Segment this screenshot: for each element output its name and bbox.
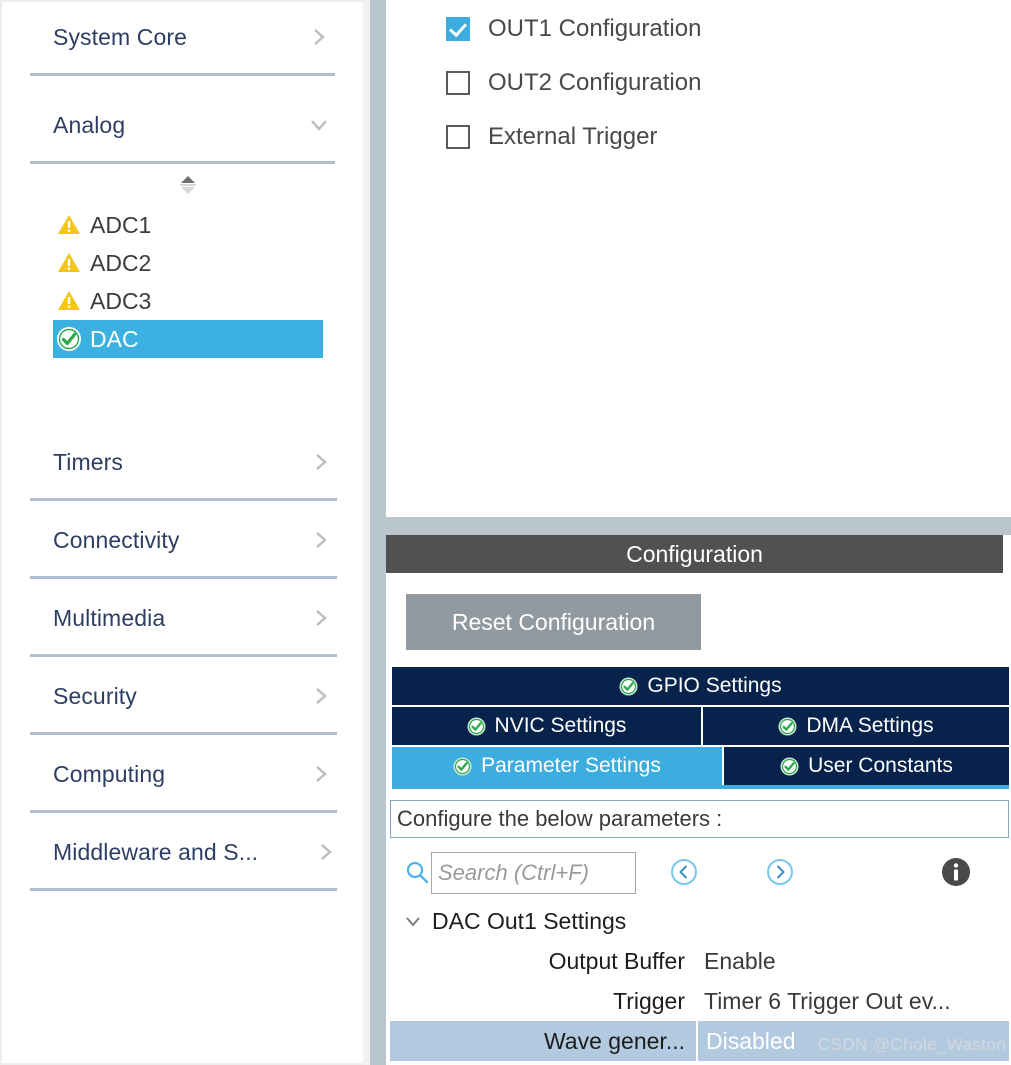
chevron-right-icon[interactable] <box>310 763 332 785</box>
horizontal-splitter-bar[interactable] <box>386 517 1011 535</box>
sidebar-category-label: Timers <box>53 449 124 475</box>
sidebar-category-label: Computing <box>53 761 166 787</box>
parameter-name: Trigger <box>613 987 685 1014</box>
sidebar-category-middleware[interactable]: Middleware and S... <box>30 817 337 891</box>
check-circle-icon <box>778 717 797 736</box>
parameter-value[interactable]: Timer 6 Trigger Out ev... <box>696 981 1009 1021</box>
sidebar-category-analog[interactable]: Analog <box>30 90 335 164</box>
reset-configuration-button[interactable]: Reset Configuration <box>406 594 701 650</box>
check-circle-icon <box>453 757 472 776</box>
chevron-right-icon[interactable] <box>310 451 332 473</box>
panel-gap <box>363 0 370 1065</box>
tab-dma-settings[interactable]: DMA Settings <box>703 707 1009 745</box>
tab-nvic-settings[interactable]: NVIC Settings <box>392 707 703 745</box>
mode-panel: OUT1 Configuration OUT2 Configuration Ex… <box>386 0 1011 517</box>
search-toolbar <box>386 847 1011 901</box>
tab-row-1: GPIO Settings <box>392 667 1009 705</box>
search-input[interactable] <box>431 852 636 894</box>
sidebar-bottom-categories: Timers Connectivity Multimedia Security … <box>2 427 365 891</box>
tree-group-dac-out1-settings[interactable]: DAC Out1 Settings <box>390 901 1009 941</box>
chevron-right-icon[interactable] <box>310 685 332 707</box>
info-icon[interactable] <box>940 856 972 888</box>
table-row[interactable]: Trigger Timer 6 Trigger Out ev... <box>390 981 1009 1021</box>
chevron-right-icon[interactable] <box>315 841 337 863</box>
chevron-down-icon[interactable] <box>402 910 424 932</box>
checkbox-row-external-trigger[interactable]: External Trigger <box>446 122 657 152</box>
checkbox-label: OUT2 Configuration <box>488 69 702 96</box>
sidebar-category-multimedia[interactable]: Multimedia <box>30 583 337 657</box>
checkbox-row-out2[interactable]: OUT2 Configuration <box>446 68 701 98</box>
check-circle-icon <box>619 677 638 696</box>
sidebar-category-system-core[interactable]: System Core <box>30 2 335 76</box>
tab-label: User Constants <box>808 754 953 777</box>
checkbox-unchecked-icon[interactable] <box>446 125 470 149</box>
peripheral-item-adc1[interactable]: ADC1 <box>53 206 323 244</box>
chevron-right-icon[interactable] <box>308 26 330 48</box>
check-circle-icon <box>467 717 486 736</box>
tab-label: DMA Settings <box>806 714 934 737</box>
checkbox-unchecked-icon[interactable] <box>446 71 470 95</box>
warning-icon <box>56 288 82 314</box>
table-row[interactable]: Wave gener... Disabled <box>390 1021 1009 1061</box>
peripheral-label: DAC <box>90 325 139 352</box>
warning-icon <box>56 250 82 276</box>
sidebar-category-label: System Core <box>53 24 188 50</box>
parameter-name: Wave gener... <box>543 1027 685 1054</box>
peripheral-item-dac[interactable]: DAC <box>53 320 323 358</box>
checkbox-label: OUT1 Configuration <box>488 15 702 42</box>
peripheral-sidebar: System Core Analog ADC1 ADC2 ADC3 DAC Ti… <box>0 0 363 1065</box>
peripheral-label: ADC2 <box>90 249 152 276</box>
splitter-handle-icon[interactable] <box>178 174 198 196</box>
check-circle-icon <box>56 326 82 352</box>
configuration-title: Configuration <box>626 540 763 567</box>
configuration-panel: Configuration Reset Configuration GPIO S… <box>386 535 1011 1065</box>
tab-parameter-settings[interactable]: Parameter Settings <box>392 747 724 785</box>
sidebar-category-label: Connectivity <box>53 527 180 553</box>
tab-gpio-settings[interactable]: GPIO Settings <box>392 667 1009 705</box>
tab-label: GPIO Settings <box>647 674 782 697</box>
checkbox-label: External Trigger <box>488 123 658 150</box>
sidebar-category-label: Multimedia <box>53 605 166 631</box>
parameter-value[interactable]: Disabled <box>696 1021 1009 1061</box>
tab-label: NVIC Settings <box>494 714 627 737</box>
sidebar-category-label: Analog <box>53 112 126 138</box>
active-tab-underline <box>392 785 1009 789</box>
peripheral-item-adc2[interactable]: ADC2 <box>53 244 323 282</box>
configuration-tabs: GPIO Settings NVIC Settings DMA Settings… <box>392 667 1009 789</box>
warning-icon <box>56 212 82 238</box>
checkbox-row-out1[interactable]: OUT1 Configuration <box>446 14 701 44</box>
peripheral-list: ADC1 ADC2 ADC3 DAC <box>53 206 323 358</box>
checkbox-checked-icon[interactable] <box>446 17 470 41</box>
sidebar-category-label: Middleware and S... <box>53 839 259 865</box>
nav-previous-icon[interactable] <box>670 858 698 886</box>
vertical-splitter-bar[interactable] <box>370 0 386 1065</box>
sidebar-category-computing[interactable]: Computing <box>30 739 337 813</box>
table-row[interactable]: Output Buffer Enable <box>390 941 1009 981</box>
configure-hint-text: Configure the below parameters : <box>397 806 723 831</box>
sidebar-category-connectivity[interactable]: Connectivity <box>30 505 337 579</box>
peripheral-label: ADC1 <box>90 211 152 238</box>
configure-hint-bar: Configure the below parameters : <box>390 800 1009 838</box>
sidebar-category-label: Security <box>53 683 137 709</box>
chevron-down-icon[interactable] <box>308 114 330 136</box>
tab-row-3: Parameter Settings User Constants <box>392 747 1009 785</box>
chevron-right-icon[interactable] <box>310 529 332 551</box>
tab-user-constants[interactable]: User Constants <box>724 747 1009 785</box>
chevron-right-icon[interactable] <box>310 607 332 629</box>
sidebar-category-timers[interactable]: Timers <box>30 427 337 501</box>
parameter-tree: DAC Out1 Settings Output Buffer Enable T… <box>390 901 1009 1061</box>
tree-group-label: DAC Out1 Settings <box>432 907 627 934</box>
parameter-name: Output Buffer <box>548 947 685 974</box>
tab-label: Parameter Settings <box>481 754 661 777</box>
search-icon[interactable] <box>404 859 430 885</box>
tab-row-2: NVIC Settings DMA Settings <box>392 707 1009 745</box>
peripheral-label: ADC3 <box>90 287 152 314</box>
parameter-value[interactable]: Enable <box>696 941 1009 981</box>
peripheral-item-adc3[interactable]: ADC3 <box>53 282 323 320</box>
sidebar-category-security[interactable]: Security <box>30 661 337 735</box>
configuration-header: Configuration <box>386 535 1003 573</box>
check-circle-icon <box>780 757 799 776</box>
nav-next-icon[interactable] <box>766 858 794 886</box>
